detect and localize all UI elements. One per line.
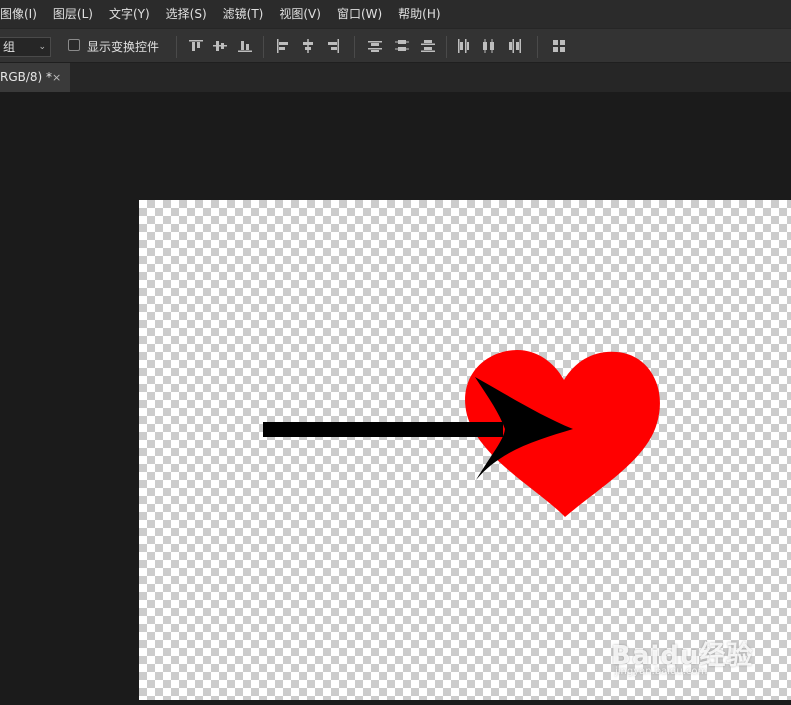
document-tab[interactable]: RGB/8) * × <box>0 63 70 92</box>
menu-image[interactable]: 图像(I) <box>0 0 45 28</box>
arrow-shaft[interactable] <box>263 422 503 437</box>
distribute-bottom-edges-icon[interactable] <box>421 39 435 53</box>
options-bar: 组 ⌄ 显示变换控件 <box>0 28 791 63</box>
align-horizontal-centers-icon[interactable] <box>301 39 315 53</box>
toolbar-separator <box>446 36 447 58</box>
auto-select-dropdown[interactable]: 组 ⌄ <box>0 37 51 57</box>
toolbar-separator <box>263 36 264 58</box>
document-tab-bar: RGB/8) * × <box>0 63 791 93</box>
document-canvas[interactable]: Baidu经验 jingyan.baidu.com <box>139 200 791 700</box>
menu-bar: 图像(I) 图层(L) 文字(Y) 选择(S) 滤镜(T) 视图(V) 窗口(W… <box>0 0 791 28</box>
menu-help[interactable]: 帮助(H) <box>390 0 448 28</box>
align-right-edges-icon[interactable] <box>326 39 340 53</box>
menu-view[interactable]: 视图(V) <box>271 0 329 28</box>
menu-layer[interactable]: 图层(L) <box>45 0 101 28</box>
chevron-down-icon: ⌄ <box>38 42 46 52</box>
canvas-artwork <box>263 350 660 517</box>
show-transform-checkbox[interactable] <box>68 39 80 51</box>
document-tab-title: RGB/8) * <box>0 70 53 84</box>
auto-align-layers-icon[interactable] <box>552 39 566 53</box>
baidu-watermark-url: jingyan.baidu.com <box>615 666 708 677</box>
distribute-horizontal-centers-icon[interactable] <box>482 39 496 53</box>
distribute-top-edges-icon[interactable] <box>368 39 382 53</box>
align-top-edges-icon[interactable] <box>189 39 203 53</box>
toolbar-separator <box>354 36 355 58</box>
align-vertical-centers-icon[interactable] <box>213 39 227 53</box>
distribute-vertical-centers-icon[interactable] <box>395 39 409 53</box>
toolbar-separator <box>537 36 538 58</box>
auto-select-value: 组 <box>3 40 16 54</box>
menu-window[interactable]: 窗口(W) <box>329 0 390 28</box>
align-left-edges-icon[interactable] <box>276 39 290 53</box>
distribute-right-edges-icon[interactable] <box>508 39 522 53</box>
align-bottom-edges-icon[interactable] <box>238 39 252 53</box>
menu-type[interactable]: 文字(Y) <box>101 0 158 28</box>
show-transform-label: 显示变换控件 <box>87 40 160 54</box>
toolbar-separator <box>176 36 177 58</box>
distribute-left-edges-icon[interactable] <box>456 39 470 53</box>
menu-select[interactable]: 选择(S) <box>158 0 215 28</box>
close-icon[interactable]: × <box>52 63 61 92</box>
menu-filter[interactable]: 滤镜(T) <box>215 0 272 28</box>
